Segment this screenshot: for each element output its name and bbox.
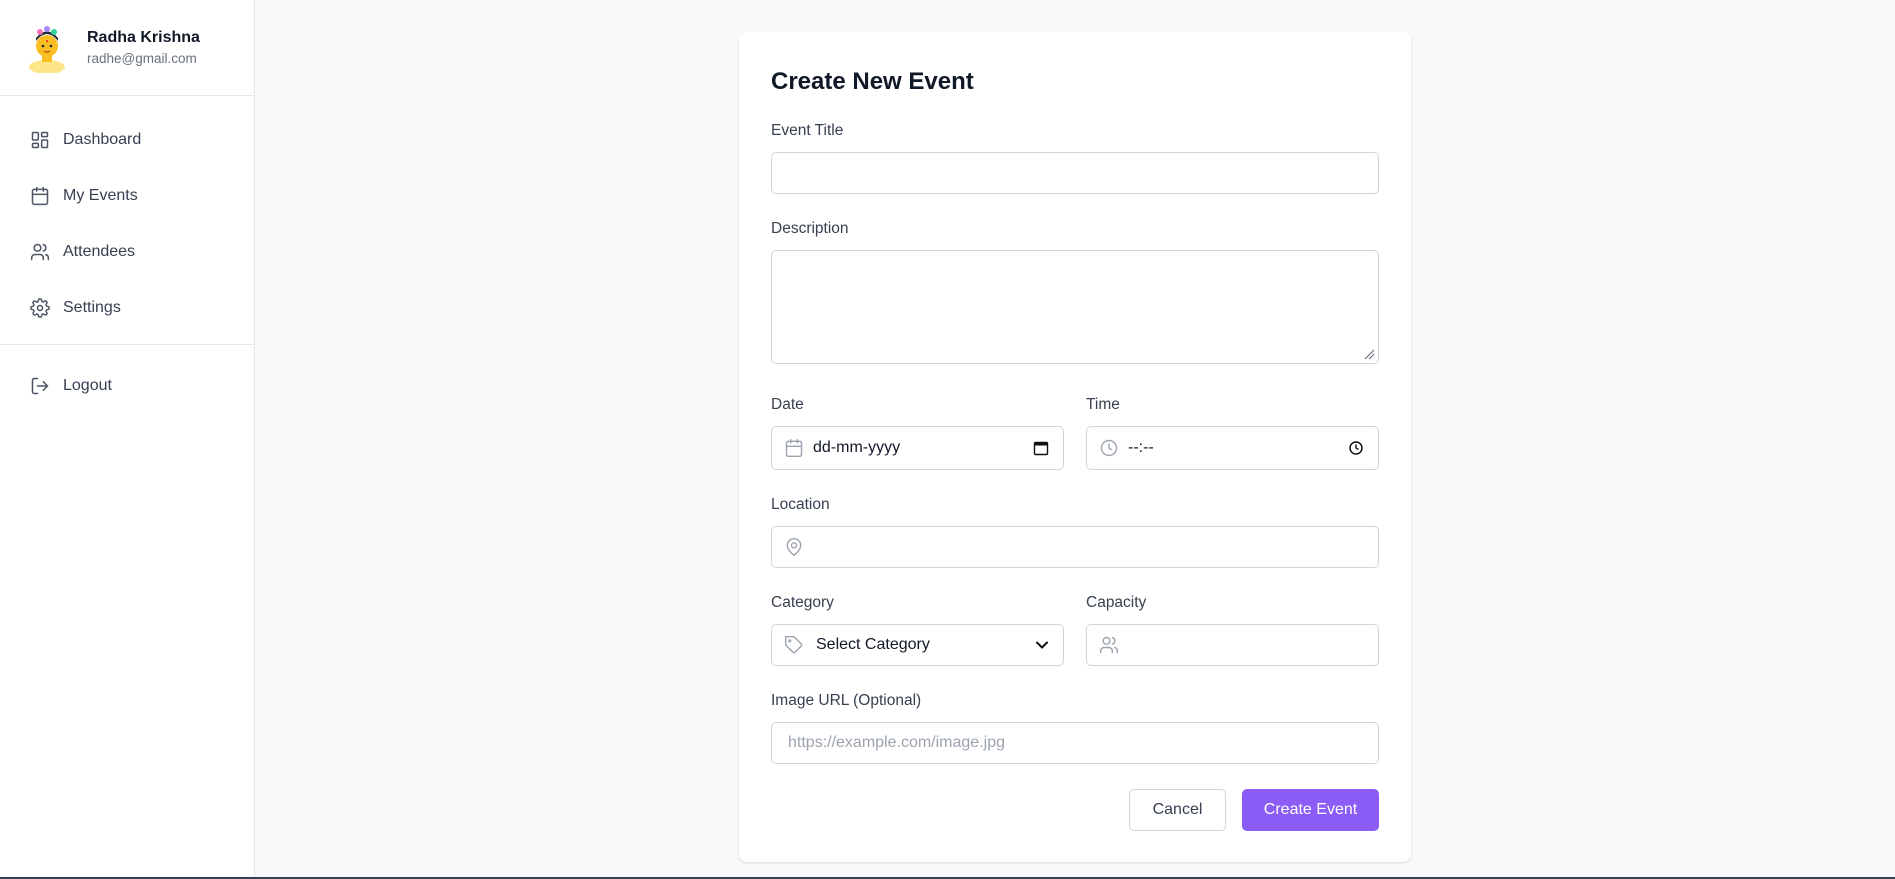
event-title-input[interactable] [771,152,1379,194]
event-title-label: Event Title [771,122,844,139]
date-input[interactable]: dd-mm-yyyy [771,426,1064,470]
category-label: Category [771,594,834,611]
image-url-input[interactable]: https://example.com/image.jpg [771,722,1379,764]
capacity-input[interactable] [1086,624,1379,666]
cancel-button[interactable]: Cancel [1129,789,1226,831]
chevron-down-icon [1036,641,1048,649]
sidebar-item-label: My Events [63,187,138,204]
resize-handle-icon[interactable] [1363,348,1375,360]
sidebar: Radha Krishna radhe@gmail.com Dashboard … [0,0,255,879]
gear-icon [30,298,50,318]
date-label: Date [771,396,804,413]
layout-dashboard-icon [31,131,49,149]
image-url-placeholder: https://example.com/image.jpg [788,734,1005,751]
sidebar-item-label: Attendees [63,243,136,260]
location-input[interactable] [771,526,1379,568]
tag-icon [784,635,803,654]
user-profile[interactable]: Radha Krishna radhe@gmail.com [0,0,254,96]
users-icon [30,243,50,261]
logout-label: Logout [63,377,112,394]
create-event-button[interactable]: Create Event [1242,789,1379,831]
sidebar-item-settings[interactable]: Settings [0,280,254,336]
time-label: Time [1086,396,1120,413]
time-picker-icon[interactable] [1348,440,1364,456]
calendar-icon [785,438,803,458]
sidebar-item-label: Settings [63,299,121,316]
map-pin-icon [786,537,802,557]
category-select[interactable]: Select Category [771,624,1064,666]
calendar-picker-icon[interactable] [1033,440,1049,456]
time-value: --:-- [1128,439,1154,456]
create-event-card: Create New Event Event Title Description… [739,32,1411,862]
users-icon [1099,636,1119,654]
logout-icon [31,377,49,395]
sidebar-nav: Dashboard My Events Attendees Settings [0,112,254,336]
capacity-label: Capacity [1086,594,1147,611]
location-label: Location [771,496,830,513]
sidebar-divider [0,344,255,345]
calendar-icon [31,186,49,206]
description-label: Description [771,220,849,237]
sidebar-item-label: Dashboard [63,131,142,148]
page-title: Create New Event [771,68,974,95]
category-value: Select Category [816,636,930,653]
sidebar-item-dashboard[interactable]: Dashboard [0,112,254,168]
sidebar-item-my-events[interactable]: My Events [0,168,254,224]
description-textarea[interactable] [771,250,1379,364]
user-name: Radha Krishna [87,28,200,46]
image-url-label: Image URL (Optional) [771,692,922,709]
logout-button[interactable]: Logout [0,358,254,414]
clock-icon [1100,439,1118,457]
time-input[interactable]: --:-- [1086,426,1379,470]
avatar [26,23,68,73]
date-value: dd-mm-yyyy [813,439,901,456]
sidebar-item-attendees[interactable]: Attendees [0,224,254,280]
user-email: radhe@gmail.com [87,50,197,66]
